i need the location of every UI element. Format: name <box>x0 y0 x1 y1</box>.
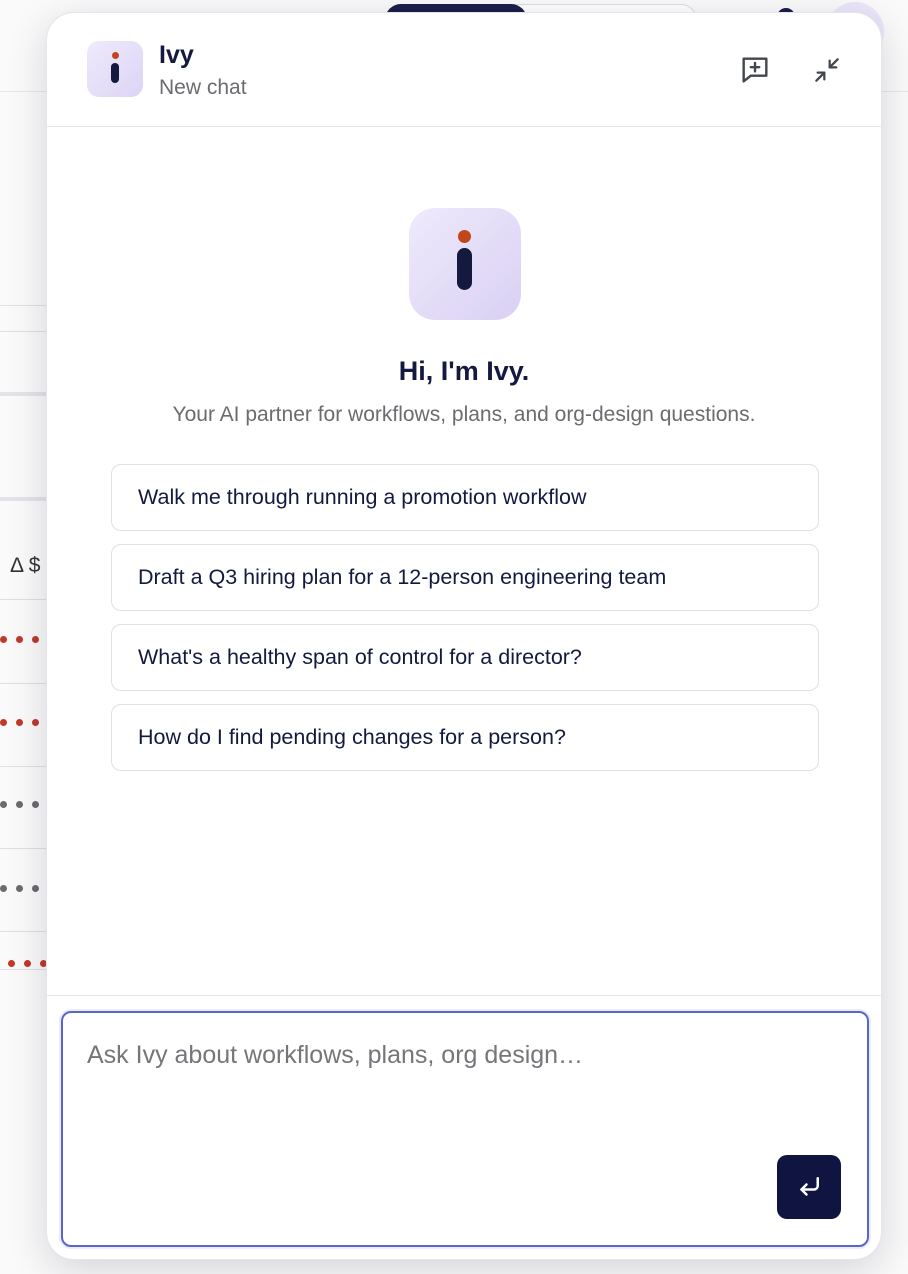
message-input[interactable] <box>87 1041 827 1161</box>
send-button[interactable] <box>777 1155 841 1219</box>
enter-return-icon <box>800 1177 819 1196</box>
collapse-arrows-icon <box>815 58 839 82</box>
suggestion-chip[interactable]: Walk me through running a promotion work… <box>111 464 819 531</box>
chat-subtitle: New chat <box>159 76 247 99</box>
ivy-chat-panel: Ivy New chat Hi, I'm Ivy. Your AI partne… <box>46 12 882 1260</box>
new-chat-button[interactable] <box>735 50 775 90</box>
chat-title: Ivy <box>159 41 194 69</box>
suggestion-chip[interactable]: How do I find pending changes for a pers… <box>111 704 819 771</box>
suggestion-chip[interactable]: What's a healthy span of control for a d… <box>111 624 819 691</box>
column-header-delta: Δ $ <box>10 554 41 577</box>
welcome-title: Hi, I'm Ivy. <box>398 356 530 386</box>
suggestion-list: Walk me through running a promotion work… <box>111 464 819 784</box>
composer-divider <box>47 995 881 996</box>
minimize-button[interactable] <box>807 50 847 90</box>
chat-header: Ivy New chat <box>47 13 881 127</box>
ivy-logo-icon <box>87 41 143 97</box>
message-composer <box>61 1011 869 1247</box>
message-plus-icon <box>742 57 768 83</box>
welcome-subtitle: Your AI partner for workflows, plans, an… <box>172 403 756 426</box>
suggestion-chip[interactable]: Draft a Q3 hiring plan for a 12-person e… <box>111 544 819 611</box>
ivy-welcome-logo-icon <box>409 208 521 320</box>
